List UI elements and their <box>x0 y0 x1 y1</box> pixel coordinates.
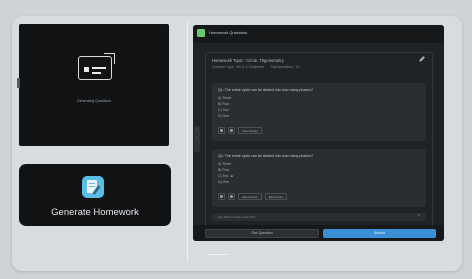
homework-topic: Homework Topic : Circle, Trigonometry <box>212 58 284 63</box>
pencil-icon[interactable] <box>419 56 425 62</box>
option: B) Four <box>218 168 230 172</box>
option: C) Two <box>218 108 229 112</box>
edit-button[interactable] <box>228 127 235 134</box>
refresh-button[interactable] <box>218 193 225 200</box>
generating-status: Generating Questions <box>76 99 112 103</box>
generate-homework-label: Generate Homework <box>51 207 139 218</box>
question-actions: Hide Answer Edit Answer <box>218 193 288 201</box>
chevron-left-icon: ‹ <box>196 135 198 140</box>
option: B) Four <box>218 102 230 106</box>
generate-homework-button[interactable]: Generate Homework <box>19 164 171 226</box>
document-list-icon <box>78 53 115 80</box>
generating-panel: Generating Questions <box>17 24 169 146</box>
option: A) Three <box>218 96 232 100</box>
app-logo-icon <box>197 29 205 37</box>
option: D) One <box>218 180 229 184</box>
check-icon: ● <box>230 174 233 178</box>
question-meta: Question Type : MCQ & Subjective Total q… <box>212 65 300 69</box>
total-questions: Total questions : 10 <box>270 65 300 69</box>
homework-questions-modal: Homework Questions › ‹ Homework Topic : … <box>193 25 444 241</box>
view-answer-button[interactable]: View Answer <box>238 127 262 134</box>
question-type: Question Type : MCQ & Subjective <box>212 65 265 69</box>
side-collapse-handle[interactable]: › ‹ <box>194 126 200 152</box>
panel-handle[interactable] <box>17 78 20 88</box>
modal-title: Homework Questions <box>209 30 248 35</box>
questions-container: Homework Topic : Circle, Trigonometry Qu… <box>205 52 433 234</box>
edit-answer-button[interactable]: Edit Answer <box>264 193 288 200</box>
edit-icon <box>230 129 233 132</box>
refresh-icon <box>220 195 223 198</box>
chevron-right-icon: › <box>196 127 198 132</box>
modal-footer: Get Question Submit <box>193 225 444 241</box>
question-text: Q1. The entire cycle can be divided into… <box>218 88 314 92</box>
submit-button[interactable]: Submit <box>323 229 436 238</box>
question-actions: View Answer <box>218 127 262 135</box>
collapsed-question-text: Q3. DNS G Status and VCS <box>218 215 256 219</box>
refresh-button[interactable] <box>218 127 225 134</box>
option-correct: C) Two ● <box>218 174 233 178</box>
option-text: C) Two <box>218 174 229 178</box>
homework-pencil-icon <box>82 176 104 198</box>
question-card: Q1. The entire cycle can be divided into… <box>212 83 426 141</box>
collapsed-question[interactable]: Q3. DNS G Status and VCS ⌃ <box>212 213 426 221</box>
refresh-icon <box>220 129 223 132</box>
get-question-button[interactable]: Get Question <box>205 229 319 238</box>
chevron-up-icon[interactable]: ⌃ <box>417 214 421 220</box>
question-text: Q2. The entire cycle can be divided into… <box>218 154 314 158</box>
option: A) Three <box>218 162 232 166</box>
edit-button[interactable] <box>228 193 235 200</box>
crop-guide-horizontal <box>208 254 228 255</box>
crop-guide-vertical <box>187 21 188 261</box>
hide-answer-button[interactable]: Hide Answer <box>238 193 262 200</box>
edit-icon <box>230 195 233 198</box>
question-card: Q2. The entire cycle can be divided into… <box>212 149 426 207</box>
option: D) One <box>218 114 229 118</box>
modal-header: Homework Questions <box>193 25 444 43</box>
